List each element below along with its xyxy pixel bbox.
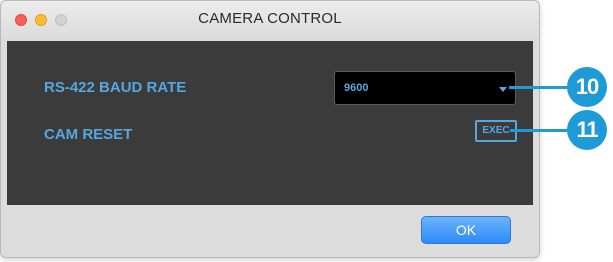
baud-rate-select[interactable]: 9600 (334, 71, 516, 105)
baud-rate-label: RS-422 BAUD RATE (44, 79, 187, 96)
callout-badge-11: 11 (567, 110, 607, 150)
baud-rate-value: 9600 (344, 82, 369, 94)
ok-button[interactable]: OK (421, 216, 511, 244)
callout-badge-10: 10 (567, 67, 607, 107)
camera-control-window: CAMERA CONTROL RS-422 BAUD RATE 9600 CAM… (0, 0, 540, 258)
settings-panel: RS-422 BAUD RATE 9600 CAM RESET EXEC (7, 41, 533, 205)
title-bar: CAMERA CONTROL (1, 1, 539, 36)
chevron-down-icon (499, 87, 507, 92)
window-title: CAMERA CONTROL (198, 10, 342, 27)
cam-reset-label: CAM RESET (44, 126, 133, 143)
callout-line-11 (510, 129, 570, 132)
callout-line-10 (509, 86, 570, 89)
